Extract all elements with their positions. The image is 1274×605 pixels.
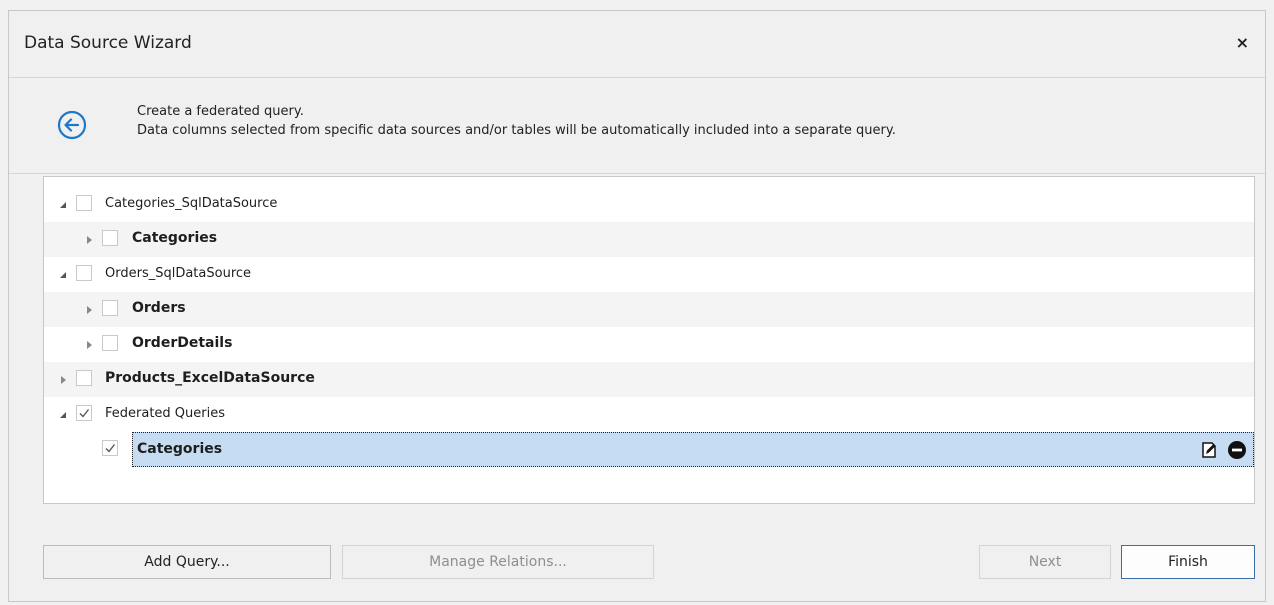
title-bar: Data Source Wizard × — [9, 11, 1265, 77]
tree-node-label: Products_ExcelDataSource — [105, 370, 315, 386]
expand-icon[interactable] — [84, 234, 94, 244]
expand-icon[interactable] — [84, 339, 94, 349]
expand-icon[interactable] — [58, 374, 68, 384]
back-arrow-icon[interactable] — [57, 110, 87, 140]
tree-node-label: Categories — [137, 441, 223, 457]
tree-node-federated-categories[interactable]: Categories — [44, 432, 1254, 467]
edit-query-icon[interactable] — [1199, 440, 1219, 460]
query-tree: Categories_SqlDataSource Categories Orde… — [43, 176, 1255, 504]
checkmark-icon — [105, 444, 116, 453]
window-title: Data Source Wizard — [24, 33, 192, 53]
wizard-description: Create a federated query. Data columns s… — [137, 102, 896, 140]
tree-node-label: Categories_SqlDataSource — [105, 196, 278, 211]
add-query-button[interactable]: Add Query... — [43, 545, 331, 579]
checkmark-icon — [79, 409, 90, 418]
tree-node-orders-sqldatasource[interactable]: Orders_SqlDataSource — [44, 257, 1254, 292]
collapse-icon[interactable] — [58, 199, 68, 209]
finish-button[interactable]: Finish — [1121, 545, 1255, 579]
manage-relations-button[interactable]: Manage Relations... — [342, 545, 654, 579]
selected-row-highlight[interactable]: Categories — [132, 432, 1254, 467]
row-actions — [1195, 440, 1247, 460]
expand-icon[interactable] — [84, 304, 94, 314]
tree-node-label: OrderDetails — [132, 335, 233, 351]
next-button[interactable]: Next — [979, 545, 1111, 579]
tree-node-label: Categories — [132, 230, 218, 246]
collapse-icon[interactable] — [58, 269, 68, 279]
description-line-2: Data columns selected from specific data… — [137, 123, 896, 138]
tree-node-federated-queries[interactable]: Federated Queries — [44, 397, 1254, 432]
checkbox[interactable] — [102, 300, 118, 316]
tree-node-categories-table[interactable]: Categories — [44, 222, 1254, 257]
checkbox[interactable] — [76, 370, 92, 386]
checkbox[interactable] — [102, 335, 118, 351]
tree-node-orderdetails-table[interactable]: OrderDetails — [44, 327, 1254, 362]
checkbox[interactable] — [102, 230, 118, 246]
collapse-icon[interactable] — [58, 409, 68, 419]
wizard-window: Data Source Wizard × Create a federated … — [8, 10, 1266, 602]
checkbox[interactable] — [76, 195, 92, 211]
description-line-1: Create a federated query. — [137, 104, 304, 119]
remove-query-icon[interactable] — [1227, 440, 1247, 460]
tree-node-label: Orders_SqlDataSource — [105, 266, 252, 281]
wizard-header: Create a federated query. Data columns s… — [9, 77, 1265, 174]
tree-node-label: Federated Queries — [105, 406, 226, 421]
close-icon[interactable]: × — [1236, 33, 1249, 52]
checkbox-checked[interactable] — [76, 405, 92, 421]
checkbox-checked[interactable] — [102, 440, 118, 456]
tree-node-categories-sqldatasource[interactable]: Categories_SqlDataSource — [44, 187, 1254, 222]
tree-node-products-exceldatasource[interactable]: Products_ExcelDataSource — [44, 362, 1254, 397]
checkbox[interactable] — [76, 265, 92, 281]
tree-node-label: Orders — [132, 300, 186, 316]
tree-node-orders-table[interactable]: Orders — [44, 292, 1254, 327]
